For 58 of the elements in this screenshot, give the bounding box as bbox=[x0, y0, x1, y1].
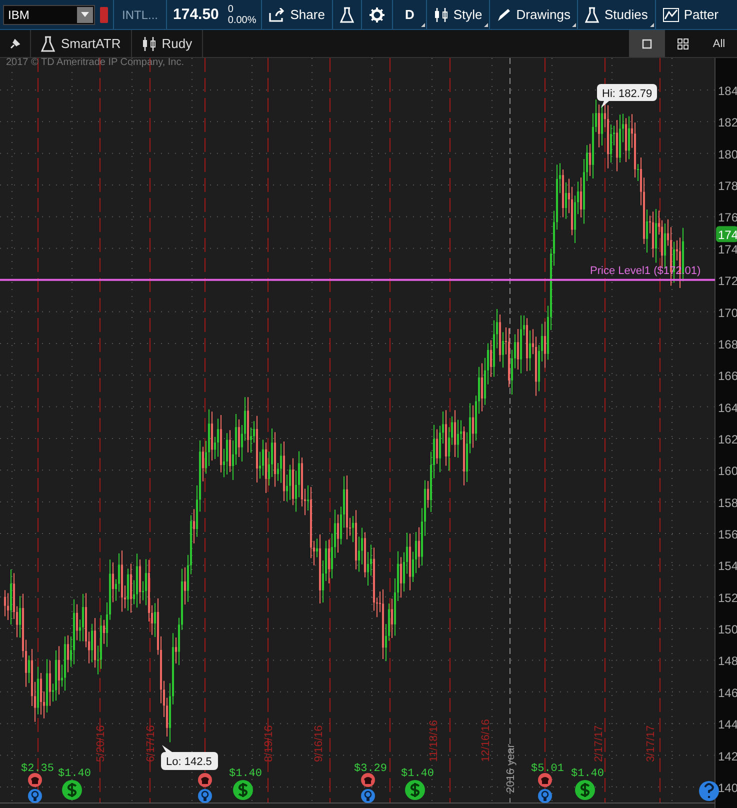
event-amount: $1.40 bbox=[58, 768, 92, 780]
price-text: 174.50 bbox=[172, 6, 220, 24]
flask-icon bbox=[340, 6, 354, 23]
line-chart-icon bbox=[662, 8, 679, 22]
change-percent-text: 0.00% bbox=[228, 14, 256, 26]
phone-icon bbox=[198, 773, 212, 787]
symbol-text: IBM bbox=[8, 8, 30, 22]
lightbulb-icon bbox=[28, 789, 42, 803]
lightbulb-icon bbox=[538, 789, 552, 803]
low-callout: Lo: 142.5 bbox=[161, 745, 218, 770]
help-icon[interactable] bbox=[699, 781, 719, 801]
dollar-icon bbox=[233, 780, 253, 800]
high-callout: Hi: 182.79 bbox=[597, 84, 657, 108]
axis-label: 142 bbox=[718, 749, 737, 764]
phone-icon bbox=[28, 773, 42, 787]
year-label: 2016 year bbox=[505, 744, 517, 793]
patterns-button[interactable]: Patter bbox=[656, 0, 719, 30]
lightbulb-icon bbox=[361, 789, 375, 803]
pencil-icon bbox=[497, 8, 512, 22]
axis-label: 162 bbox=[718, 432, 737, 446]
pin-icon bbox=[10, 38, 20, 49]
date-label: 6/17/16 bbox=[145, 725, 157, 762]
candlestick-icon bbox=[434, 6, 448, 23]
change-text: 0 bbox=[228, 4, 234, 15]
share-button[interactable]: Share bbox=[262, 0, 332, 30]
axis-label: 152 bbox=[718, 590, 737, 605]
phone-icon bbox=[361, 773, 375, 787]
share-icon bbox=[269, 8, 286, 22]
event-amount: $1.40 bbox=[571, 768, 604, 780]
study-button[interactable]: SmartATR bbox=[31, 30, 132, 57]
axis-label: 172 bbox=[718, 274, 737, 288]
symbol-field[interactable]: IBM bbox=[3, 4, 95, 25]
event-amount: $3.29 bbox=[354, 763, 388, 775]
settings-icon bbox=[368, 6, 385, 23]
flask-icon bbox=[41, 36, 55, 52]
date-label: 9/16/16 bbox=[313, 725, 325, 762]
all-layouts-button[interactable]: All bbox=[701, 30, 737, 57]
date-label: 8/19/16 bbox=[263, 725, 275, 762]
lightbulb-icon bbox=[198, 789, 212, 803]
dollar-icon bbox=[405, 780, 425, 800]
flask-icon bbox=[585, 6, 600, 23]
date-label: 12/16/16 bbox=[480, 719, 492, 762]
event-amount: $1.40 bbox=[401, 768, 434, 780]
grid-icon bbox=[677, 38, 689, 50]
single-layout-button[interactable] bbox=[629, 30, 665, 57]
dollar-icon bbox=[575, 780, 595, 800]
date-label: 5/20/16 bbox=[95, 725, 107, 762]
dollar-icon bbox=[62, 780, 82, 800]
date-label: 2/17/17 bbox=[593, 725, 605, 762]
exchange-text: INTL... bbox=[121, 8, 160, 22]
study-button[interactable]: Rudy bbox=[132, 30, 204, 57]
phone-icon bbox=[538, 773, 552, 787]
candlestick-icon bbox=[142, 36, 156, 52]
date-label: 11/18/16 bbox=[428, 720, 440, 762]
event-amount: $1.40 bbox=[229, 768, 262, 780]
date-label: 3/17/17 bbox=[645, 725, 657, 762]
axis-label: 182 bbox=[718, 116, 737, 130]
square-icon bbox=[642, 38, 652, 49]
